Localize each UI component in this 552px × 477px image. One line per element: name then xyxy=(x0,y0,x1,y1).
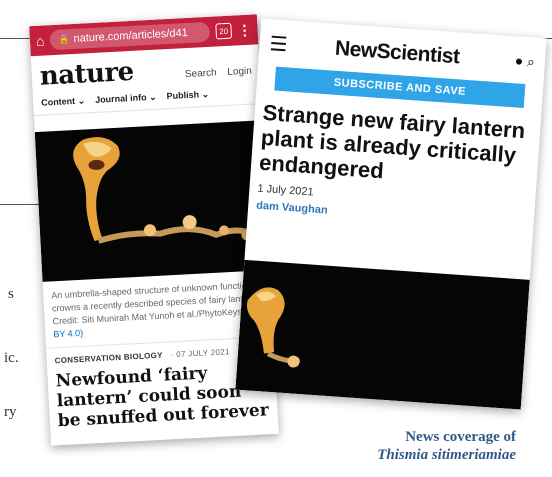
bg-text-fragment: s xyxy=(8,286,14,302)
home-icon[interactable]: ⌂ xyxy=(36,32,45,48)
login-link[interactable]: Login xyxy=(227,66,252,78)
caption-text: An umbrella-shaped structure of unknown … xyxy=(51,279,259,327)
figure-caption: News coverage of Thismia sitimeriamiae xyxy=(377,428,516,464)
search-link[interactable]: Search xyxy=(185,68,217,81)
nav-publish[interactable]: Publish ⌄ xyxy=(166,89,209,102)
search-icon[interactable]: ⌕ xyxy=(527,53,536,70)
caption-title: News coverage of xyxy=(405,429,516,445)
lock-icon: 🔒 xyxy=(58,33,70,45)
more-menu-icon[interactable]: ⋮ xyxy=(237,21,252,39)
bg-text-fragment: ic. xyxy=(4,350,19,366)
url-text: nature.com/articles/d41 xyxy=(73,26,189,45)
nav-journal-info[interactable]: Journal info ⌄ xyxy=(95,92,157,106)
nav-content[interactable]: Content ⌄ xyxy=(41,95,86,108)
ns-fairy-lantern-photo xyxy=(235,259,530,410)
caption-species: Thismia sitimeriamiae xyxy=(377,447,516,463)
fairy-lantern-photo xyxy=(34,120,271,282)
bg-text-fragment: ry xyxy=(4,404,17,420)
url-field[interactable]: 🔒 nature.com/articles/d41 xyxy=(49,21,211,51)
newscientist-article-screenshot: ☰ NewScientist ● ⌕ SUBSCRIBE AND SAVE St… xyxy=(235,18,547,410)
hamburger-menu-icon[interactable]: ☰ xyxy=(269,31,301,58)
newscientist-logo[interactable]: NewScientist xyxy=(299,34,496,72)
tabs-icon[interactable]: 20 xyxy=(215,22,233,40)
nature-logo[interactable]: nature xyxy=(39,57,134,92)
user-icon[interactable]: ● xyxy=(514,52,524,69)
